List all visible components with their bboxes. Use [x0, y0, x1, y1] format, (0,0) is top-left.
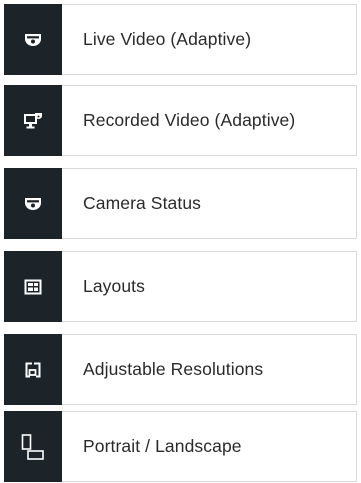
feature-item-recorded-video: Recorded Video (Adaptive) — [4, 85, 357, 156]
feature-item-live-video: Live Video (Adaptive) — [4, 4, 357, 75]
feature-list: Live Video (Adaptive) Recorded Video (Ad… — [0, 0, 361, 483]
icon-tile — [4, 334, 62, 405]
feature-item-adjustable-resolutions: Adjustable Resolutions — [4, 334, 357, 405]
feature-label: Camera Status — [83, 193, 202, 213]
icon-tile — [4, 168, 62, 239]
layout-grid-icon — [24, 279, 42, 295]
resolution-frame-icon — [25, 362, 41, 378]
feature-label: Recorded Video (Adaptive) — [83, 110, 296, 130]
dome-camera-icon — [24, 197, 42, 211]
feature-item-portrait-landscape: Portrait / Landscape — [4, 411, 357, 482]
dome-camera-icon — [24, 33, 42, 47]
icon-tile — [4, 251, 62, 322]
monitor-camera-icon — [23, 112, 43, 130]
feature-label: Layouts — [83, 276, 145, 296]
feature-label: Adjustable Resolutions — [83, 359, 264, 379]
feature-label: Portrait / Landscape — [83, 436, 242, 456]
icon-tile — [4, 411, 62, 482]
icon-tile — [4, 85, 62, 156]
portrait-landscape-icon — [21, 433, 45, 460]
icon-tile — [4, 4, 62, 75]
feature-item-layouts: Layouts — [4, 251, 357, 322]
feature-item-camera-status: Camera Status — [4, 168, 357, 239]
feature-label: Live Video (Adaptive) — [83, 29, 252, 49]
